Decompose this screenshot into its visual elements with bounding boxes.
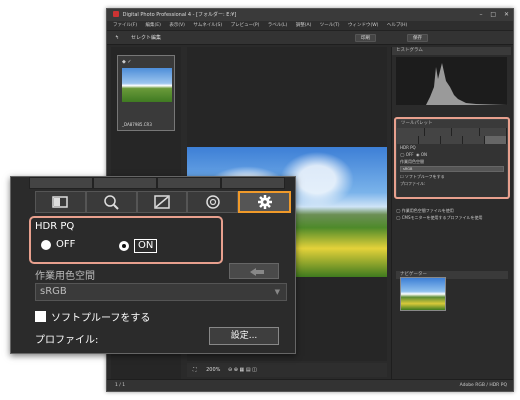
radio-on-icon [119,241,129,251]
status-bar: 1 / 1 Adobe RGB / HDR PQ [107,379,513,391]
hdr-off-label: OFF [56,239,76,250]
option-item[interactable]: ◯ CMSモニターを使用するプロファイルを使用 [396,214,508,221]
histogram [396,57,508,105]
undo-arrow-icon [250,268,264,276]
option-item[interactable]: ◯ 作業用色空間ファイルを使用 [396,207,508,214]
menu-window[interactable]: ウィンドウ(W) [348,23,378,28]
thumbnail-card[interactable]: ◆ ✓ _DA87985.CR3 [117,55,175,131]
menu-edit[interactable]: 編集(E) [146,23,161,28]
zoom-tab-row-top [29,177,285,189]
histogram-graph [426,63,508,105]
tool-palette-highlight [394,117,510,199]
maximize-icon[interactable]: □ [490,11,496,18]
tab-color[interactable] [187,191,239,213]
print-button[interactable]: 印刷 [355,34,376,42]
zoom-tab-row [35,191,291,213]
settings-button[interactable]: 設定... [209,327,279,345]
hdr-on-radio[interactable]: ON [119,239,158,253]
working-color-space-label: 作業用色空間 [35,271,95,282]
save-button[interactable]: 保存 [407,34,428,42]
window-controls: – □ ✕ [473,9,509,21]
hdr-pq-label: HDR PQ [35,221,75,232]
minimize-icon[interactable]: – [479,11,482,18]
menu-adjust[interactable]: 調整(A) [296,23,312,28]
menu-label[interactable]: ラベル(L) [268,23,288,28]
menu-tools[interactable]: ツール(T) [320,23,340,28]
fit-icon[interactable]: ⛶ [193,367,197,373]
mode-label: セレクト編集 [131,35,162,41]
edit-badge-icon: ◆ ✓ [122,59,132,65]
zoom-top-tab[interactable] [29,177,93,189]
zoomed-callout-panel: HDR PQ OFF ON 作業用色空間 sRGB ▼ ソフトプルーフをする プ… [10,176,296,354]
soft-proof-checkbox[interactable]: ソフトプルーフをする [35,309,150,324]
gear-icon [257,195,272,209]
back-arrow-icon[interactable]: ↰ [115,31,119,45]
radio-off-icon [41,239,51,250]
close-icon[interactable]: ✕ [504,11,509,18]
navigator-image[interactable] [400,277,446,311]
navigator-panel: ナビゲーター [396,271,508,321]
color-adjust-icon [206,195,220,209]
color-space-value: sRGB [40,286,67,297]
color-space-select[interactable]: sRGB ▼ [35,283,287,301]
tab-settings[interactable] [238,191,291,213]
image-adjust-icon [52,196,69,208]
soft-proof-label: ソフトプルーフをする [51,313,151,324]
chevron-down-icon: ▼ [274,288,280,296]
thumbnail-image [122,68,172,102]
menu-file[interactable]: ファイル(F) [113,23,137,28]
right-panel: ヒストグラム ツールパレット HDR PQ ◯ OFF ◉ ON 作業用色空間 … [391,47,511,381]
main-toolbar: ↰ セレクト編集 印刷 保存 [107,31,513,45]
tab-tone-curve[interactable] [136,191,188,213]
status-colorspace: Adobe RGB / HDR PQ [459,383,507,388]
zoom-top-tab[interactable] [221,177,285,189]
zoom-top-tab[interactable] [157,177,221,189]
status-count: 1 / 1 [115,383,126,388]
title-bar: Digital Photo Professional 4 - [フォルダー: E… [107,9,513,21]
window-title: Digital Photo Professional 4 - [フォルダー: E… [122,12,237,18]
lens-correction-icon [104,195,119,210]
hdr-on-label: ON [134,239,158,253]
tone-curve-icon [154,195,170,209]
menu-bar: ファイル(F) 編集(E) 表示(V) サムネイル(S) プレビュー(P) ラベ… [107,21,513,31]
thumbnail-filename: _DA87985.CR3 [122,122,152,127]
viewer-bottom-toolbar: ⛶ 200% ⊖ ⊕ ▦ ▤ ◫ [187,363,387,377]
zoom-value[interactable]: 200% [206,367,220,373]
menu-preview[interactable]: プレビュー(P) [231,23,260,28]
histogram-header: ヒストグラム [392,47,511,55]
checkbox-icon [35,311,46,322]
menu-thumbnail[interactable]: サムネイル(S) [193,23,222,28]
hdr-off-radio[interactable]: OFF [41,239,75,250]
color-space-reset-button[interactable] [229,263,279,279]
tab-lens[interactable] [85,191,137,213]
zoom-top-tab[interactable] [93,177,157,189]
profile-label: プロファイル: [35,335,99,346]
menu-help[interactable]: ヘルプ(H) [387,23,407,28]
app-logo-icon [113,11,119,17]
option-list: ◯ 作業用色空間ファイルを使用 ◯ CMSモニターを使用するプロファイルを使用 [396,207,508,221]
zoom-controls-icon[interactable]: ⊖ ⊕ ▦ ▤ ◫ [228,367,257,373]
menu-view[interactable]: 表示(V) [169,23,185,28]
tab-basic[interactable] [35,191,86,213]
